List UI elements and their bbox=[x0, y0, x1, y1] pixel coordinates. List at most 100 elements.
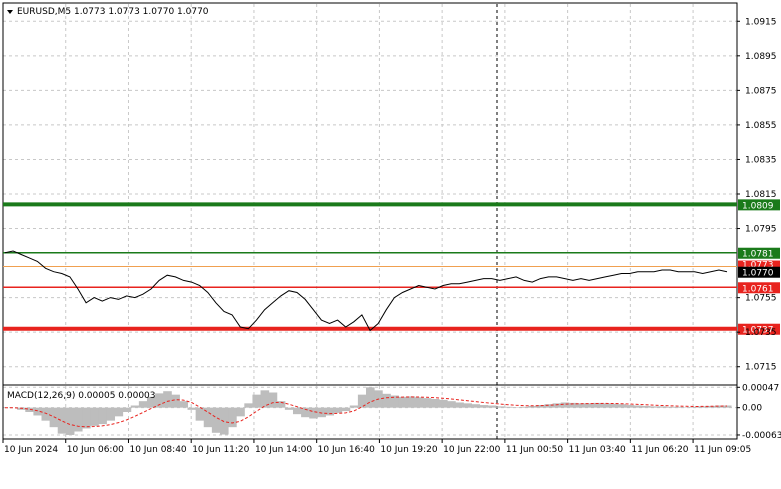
macd-bar bbox=[73, 407, 83, 432]
level-tag-label: 1.0781 bbox=[742, 250, 774, 260]
macd-bar bbox=[57, 407, 67, 434]
macd-bar bbox=[341, 407, 351, 412]
macd-bar bbox=[552, 403, 562, 408]
macd-bar bbox=[179, 401, 189, 408]
macd-bar bbox=[674, 406, 683, 408]
macd-bar bbox=[666, 406, 675, 408]
time-tick-label: 10 Jun 06:00 bbox=[67, 445, 124, 455]
macd-bar bbox=[228, 407, 237, 428]
macd-bar bbox=[106, 407, 116, 421]
price-tick-label: 1.0735 bbox=[745, 328, 777, 338]
time-axis: 10 Jun 2024 10 Jun 06:00 10 Jun 08:40 10 Ju… bbox=[2, 439, 751, 455]
macd-bar bbox=[90, 407, 99, 426]
chart-canvas[interactable]: 1.08091.07811.07611.07371.07731.0770 1.0… bbox=[0, 0, 781, 489]
macd-bar bbox=[49, 407, 59, 428]
macd-bar bbox=[398, 396, 408, 408]
macd-bar bbox=[366, 387, 375, 408]
macd-bar bbox=[503, 406, 513, 408]
macd-bar bbox=[41, 407, 51, 421]
macd-bar bbox=[641, 405, 651, 408]
macd-bar bbox=[268, 392, 278, 408]
macd-bar bbox=[138, 401, 148, 408]
macd-bar bbox=[471, 404, 481, 408]
price-tick-label: 1.0895 bbox=[745, 52, 777, 62]
macd-bar bbox=[292, 407, 302, 415]
macd-bar bbox=[219, 407, 229, 435]
macd-tick-label: 0.00047 bbox=[742, 383, 779, 393]
price-tick-label: 1.0795 bbox=[745, 225, 777, 235]
macd-bar bbox=[609, 403, 618, 408]
macd-bar bbox=[284, 407, 294, 410]
macd-bar bbox=[130, 405, 140, 408]
macd-bar bbox=[114, 407, 124, 417]
macd-bar bbox=[82, 407, 91, 429]
macd-bar bbox=[65, 407, 75, 435]
macd-bar bbox=[455, 402, 464, 408]
price-tick-label: 1.0815 bbox=[745, 190, 777, 200]
macd-bar bbox=[309, 407, 318, 419]
price-axis: 1.0915 1.0895 1.0875 1.0855 1.0835 1.0815 1.07… bbox=[737, 17, 777, 373]
macd-bar bbox=[520, 406, 529, 408]
macd-bar bbox=[357, 394, 367, 408]
macd-bar bbox=[414, 397, 424, 408]
macd-bar bbox=[155, 393, 164, 408]
macd-bar bbox=[406, 396, 416, 408]
macd-bar bbox=[633, 405, 643, 408]
macd-bar bbox=[422, 398, 432, 408]
macd-bar bbox=[252, 394, 262, 408]
price-series bbox=[4, 250, 728, 332]
grid bbox=[3, 4, 737, 438]
time-tick-label: 10 Jun 14:00 bbox=[255, 445, 312, 455]
macd-bar bbox=[495, 406, 505, 408]
price-tick-label: 1.0715 bbox=[745, 363, 777, 373]
macd-bar bbox=[325, 407, 335, 416]
macd-tick-label: -0.00063 bbox=[742, 431, 781, 441]
macd-bar bbox=[211, 407, 221, 433]
level-tag-label: 1.0809 bbox=[742, 201, 774, 211]
macd-bar bbox=[625, 405, 635, 408]
macd-axis: 0.00047 0.00 -0.00063 bbox=[737, 383, 781, 441]
macd-bar bbox=[430, 399, 440, 408]
macd-bar bbox=[187, 407, 197, 410]
macd-bar bbox=[560, 402, 570, 408]
time-tick-label: 10 Jun 19:20 bbox=[380, 445, 437, 455]
macd-bar bbox=[601, 403, 610, 408]
price-tick-label: 1.0915 bbox=[745, 17, 777, 27]
macd-bar bbox=[122, 407, 132, 412]
macd-bar bbox=[317, 407, 326, 418]
price-line bbox=[4, 250, 728, 332]
level-lines: 1.08091.07811.07611.07371.07731.0770 bbox=[3, 199, 780, 336]
time-tick-label: 10 Jun 2024 bbox=[4, 445, 58, 455]
macd-tick-label: 0.00 bbox=[742, 404, 762, 414]
time-tick-label: 11 Jun 00:50 bbox=[506, 445, 563, 455]
time-tick-label: 10 Jun 11:20 bbox=[192, 445, 249, 455]
macd-bar bbox=[439, 399, 448, 408]
macd-bar bbox=[382, 393, 391, 408]
macd-bar bbox=[333, 407, 343, 413]
price-tick-label: 1.0875 bbox=[745, 86, 777, 96]
price-tick-label: 1.0855 bbox=[745, 121, 777, 131]
macd-bar bbox=[236, 407, 245, 417]
macd-bar bbox=[722, 405, 732, 408]
plot-frame bbox=[2, 2, 738, 440]
macd-bar bbox=[658, 406, 667, 408]
current-price-label: 1.0770 bbox=[742, 269, 774, 279]
time-tick-label: 10 Jun 16:40 bbox=[318, 445, 375, 455]
macd-bar bbox=[649, 406, 659, 408]
macd-bar bbox=[349, 405, 359, 408]
macd-bar bbox=[617, 404, 627, 408]
macd-bar bbox=[98, 407, 107, 425]
macd-bar bbox=[244, 403, 253, 408]
price-tick-label: 1.0755 bbox=[745, 294, 777, 304]
macd-bar bbox=[195, 407, 205, 421]
time-tick-label: 11 Jun 03:40 bbox=[569, 445, 626, 455]
symbol-header: EURUSD,M5 1.0773 1.0773 1.0770 1.0770 bbox=[17, 7, 209, 17]
macd-bar bbox=[163, 391, 172, 408]
time-tick-label: 10 Jun 22:00 bbox=[443, 445, 500, 455]
macd-header: MACD(12,26,9) 0.00005 0.00003 bbox=[7, 391, 156, 401]
dropdown-arrow-icon[interactable] bbox=[7, 10, 13, 14]
price-tick-label: 1.0835 bbox=[745, 155, 777, 165]
macd-bar bbox=[479, 405, 489, 408]
macd-bar bbox=[447, 401, 456, 408]
macd-bar bbox=[463, 403, 472, 408]
